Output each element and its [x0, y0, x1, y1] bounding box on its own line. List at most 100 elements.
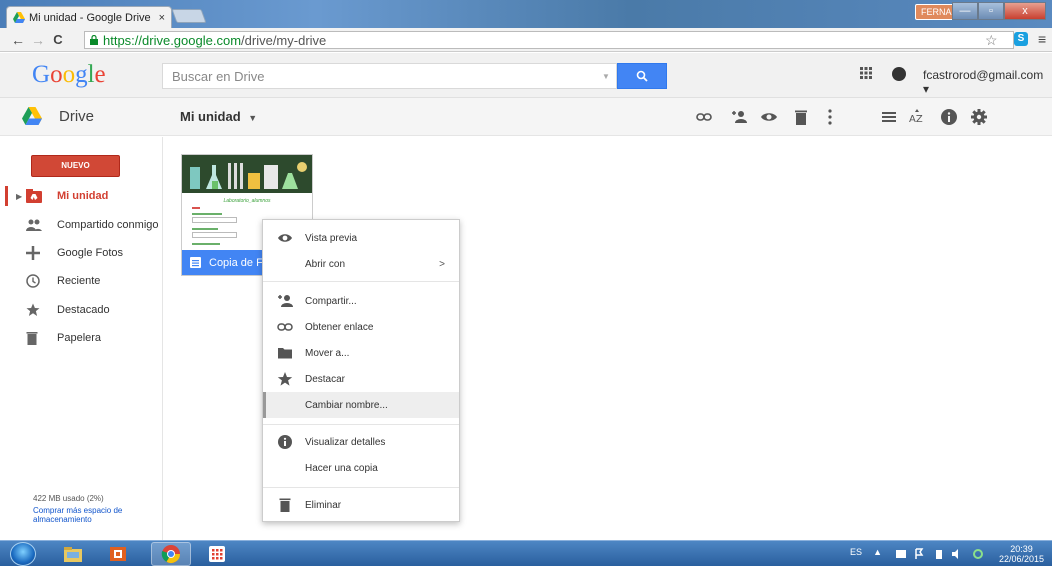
sidebar-item-label: Mi unidad	[57, 190, 109, 202]
search-button[interactable]	[617, 63, 667, 89]
reload-button[interactable]: C	[48, 32, 68, 47]
taskbar-clock[interactable]: 20:39 22/06/2015	[999, 544, 1044, 564]
menu-item-move[interactable]: Mover a...	[263, 340, 459, 366]
url-bar[interactable]: https://drive.google.com /drive/my-drive…	[84, 31, 1014, 49]
folder-icon	[278, 348, 292, 359]
buy-storage-link[interactable]: Comprar más espacio de almacenamiento	[33, 506, 143, 524]
google-logo[interactable]: Google	[32, 61, 106, 89]
window-controls: — ▫ x	[952, 2, 1046, 20]
lab-illustration-icon	[190, 162, 307, 189]
menu-item-label: Mover a...	[305, 347, 350, 359]
menu-item-star[interactable]: Destacar	[263, 366, 459, 392]
thumb-line	[192, 228, 218, 230]
bookmark-star-icon[interactable]: ☆	[985, 32, 998, 49]
thumb-line	[192, 243, 220, 245]
shared-icon	[26, 219, 42, 231]
new-button[interactable]: NUEVO	[31, 155, 120, 177]
window-titlebar: Mi unidad - Google Drive × FERNANDO — ▫ …	[0, 0, 1052, 28]
info-icon[interactable]	[940, 108, 958, 126]
sidebar-item-label: Reciente	[57, 275, 101, 287]
menu-item-label: Hacer una copia	[305, 462, 378, 474]
start-button[interactable]	[10, 542, 36, 566]
sidebar-item-label: Compartido conmigo	[57, 219, 159, 231]
drive-app-name[interactable]: Drive	[59, 108, 94, 125]
menu-item-rename[interactable]: Cambiar nombre...	[263, 392, 459, 418]
tab-close-button[interactable]: ×	[159, 12, 165, 24]
system-tray-icons[interactable]	[894, 548, 994, 560]
taskbar-explorer-icon[interactable]	[53, 542, 93, 566]
apps-grid-icon[interactable]	[860, 67, 872, 79]
menu-item-share[interactable]: Compartir...	[263, 288, 459, 314]
forward-button[interactable]: →	[28, 32, 48, 48]
thumb-line	[192, 213, 222, 215]
clock-date: 22/06/2015	[998, 554, 1044, 564]
menu-item-label: Abrir con	[305, 258, 346, 270]
menu-divider	[263, 281, 459, 282]
search-options-icon[interactable]: ▼	[596, 72, 616, 81]
tray-expand-icon[interactable]: ▲	[873, 547, 882, 557]
tab-title: Mi unidad - Google Drive	[29, 11, 151, 24]
close-window-button[interactable]: x	[1004, 2, 1046, 20]
account-menu[interactable]: fcastrorod@gmail.com ▾	[923, 68, 1052, 96]
menu-item-get-link[interactable]: Obtener enlace	[263, 314, 459, 340]
taskbar-chrome-icon[interactable]	[151, 542, 191, 566]
link-icon[interactable]	[695, 108, 713, 126]
browser-tab[interactable]: Mi unidad - Google Drive ×	[6, 6, 172, 28]
sidebar-item-starred[interactable]: Destacado	[0, 296, 162, 324]
taskbar-outlook-icon[interactable]	[98, 542, 138, 566]
info-icon	[278, 435, 292, 449]
sidebar-item-shared[interactable]: Compartido conmigo	[0, 211, 162, 239]
sort-az-icon[interactable]: AZ	[908, 108, 926, 126]
menu-item-open-with[interactable]: Abrir con >	[263, 251, 459, 277]
svg-text:AZ: AZ	[909, 114, 923, 125]
more-options-icon[interactable]	[821, 108, 839, 126]
list-view-icon[interactable]	[880, 108, 898, 126]
skype-extension-icon[interactable]: S	[1014, 32, 1028, 46]
share-icon[interactable]	[730, 108, 748, 126]
menu-divider	[263, 424, 459, 425]
address-toolbar: ← → C https://drive.google.com /drive/my…	[0, 28, 1052, 52]
search-icon	[636, 70, 648, 82]
new-tab-button[interactable]	[171, 9, 207, 23]
context-menu: Vista previa Abrir con > Compartir... Ob…	[262, 219, 460, 522]
thumbnail-banner	[182, 155, 312, 193]
url-host: https://drive.google.com	[103, 32, 242, 48]
preview-eye-icon[interactable]	[760, 108, 778, 126]
drive-logo-icon[interactable]	[22, 107, 42, 125]
sidebar-item-my-drive[interactable]: ▶ Mi unidad	[0, 182, 162, 210]
sidebar-item-trash[interactable]: Papelera	[0, 324, 162, 352]
menu-item-label: Cambiar nombre...	[305, 399, 388, 411]
taskbar-apps-icon[interactable]	[197, 542, 237, 566]
menu-item-preview[interactable]: Vista previa	[263, 225, 459, 251]
location-dropdown[interactable]: Mi unidad ▼	[180, 109, 257, 124]
browser-menu-icon[interactable]: ≡	[1038, 31, 1046, 47]
notifications-icon[interactable]	[892, 67, 906, 81]
menu-item-label: Compartir...	[305, 295, 357, 307]
expand-arrow-icon[interactable]: ▶	[16, 192, 22, 201]
settings-gear-icon[interactable]	[970, 108, 988, 126]
search-input[interactable]	[172, 68, 596, 84]
trash-icon	[26, 332, 38, 345]
trash-icon[interactable]	[792, 108, 810, 126]
maximize-button[interactable]: ▫	[978, 2, 1004, 20]
storage-quota: 422 MB usado (2%)	[33, 494, 104, 503]
search-box[interactable]: ▼	[162, 63, 617, 89]
sidebar-item-recent[interactable]: Reciente	[0, 267, 162, 295]
form-file-icon	[190, 257, 201, 268]
thumb-box	[192, 232, 237, 238]
star-icon	[277, 372, 293, 386]
sidebar-item-label: Destacado	[57, 304, 110, 316]
submenu-arrow-icon: >	[439, 258, 445, 270]
menu-item-delete[interactable]: Eliminar	[263, 492, 459, 518]
menu-item-label: Vista previa	[305, 232, 358, 244]
sidebar-item-photos[interactable]: Google Fotos	[0, 239, 162, 267]
language-indicator[interactable]: ES	[850, 547, 862, 557]
photos-icon	[26, 246, 40, 260]
sidebar-item-label: Google Fotos	[57, 247, 124, 259]
menu-item-details[interactable]: Visualizar detalles	[263, 429, 459, 455]
menu-item-make-copy[interactable]: Hacer una copia	[263, 455, 459, 481]
minimize-button[interactable]: —	[952, 2, 978, 20]
menu-item-label: Obtener enlace	[305, 321, 374, 333]
menu-item-label: Destacar	[305, 373, 346, 385]
back-button[interactable]: ←	[8, 32, 28, 48]
